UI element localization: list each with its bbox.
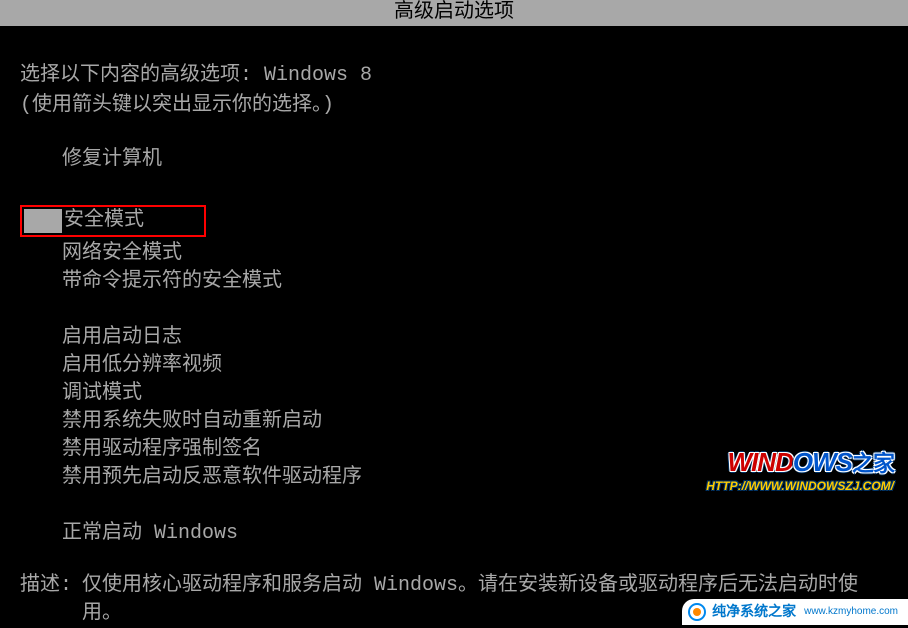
watermark-url: HTTP://WWW.WINDOWSZJ.COM/ [706,478,894,495]
watermark-2-text: 纯净系统之家 [712,602,796,622]
menu-item-normal-start[interactable]: 正常启动 Windows [62,520,888,548]
menu-item-disable-auto-restart[interactable]: 禁用系统失败时自动重新启动 [62,408,888,436]
watermark-logo-icon [688,603,706,621]
menu-item-low-res[interactable]: 启用低分辨率视频 [62,352,888,380]
description-label: 描述: [20,572,72,628]
header-title-bar: 高级启动选项 [0,0,908,26]
header-title: 高级启动选项 [394,1,514,24]
spacer [62,174,888,202]
menu-item-boot-logging[interactable]: 启用启动日志 [62,324,888,352]
menu-item-repair[interactable]: 修复计算机 [62,146,888,174]
boot-menu-content: 选择以下内容的高级选项: Windows 8 (使用箭头键以突出显示你的选择。)… [0,26,908,628]
menu-item-safe-mode[interactable]: 安全模式 [24,209,202,233]
prompt-line-2: (使用箭头键以突出显示你的选择。) [20,92,888,120]
prompt-line-1: 选择以下内容的高级选项: Windows 8 [20,62,888,90]
watermark-kzmyhome: 纯净系统之家 www.kzmyhome.com [682,599,908,625]
menu-item-safe-mode-network[interactable]: 网络安全模式 [62,240,888,268]
spacer [62,296,888,324]
spacer [62,492,888,520]
watermark-brand-left: WIND [728,447,793,477]
selected-highlight-box: 安全模式 [20,205,206,237]
watermark-2-url: www.kzmyhome.com [804,605,898,619]
menu-item-safe-mode-label: 安全模式 [64,209,144,233]
watermark-brand-right: OWS [793,447,852,477]
watermark-windowszj: WINDOWS之家 HTTP://WWW.WINDOWSZJ.COM/ [706,444,894,495]
selection-cursor [24,209,62,233]
menu-item-debug[interactable]: 调试模式 [62,380,888,408]
menu-item-safe-mode-cmd[interactable]: 带命令提示符的安全模式 [62,268,888,296]
watermark-brand-zh: 之家 [852,451,894,476]
watermark-brand: WINDOWS之家 [706,444,894,480]
